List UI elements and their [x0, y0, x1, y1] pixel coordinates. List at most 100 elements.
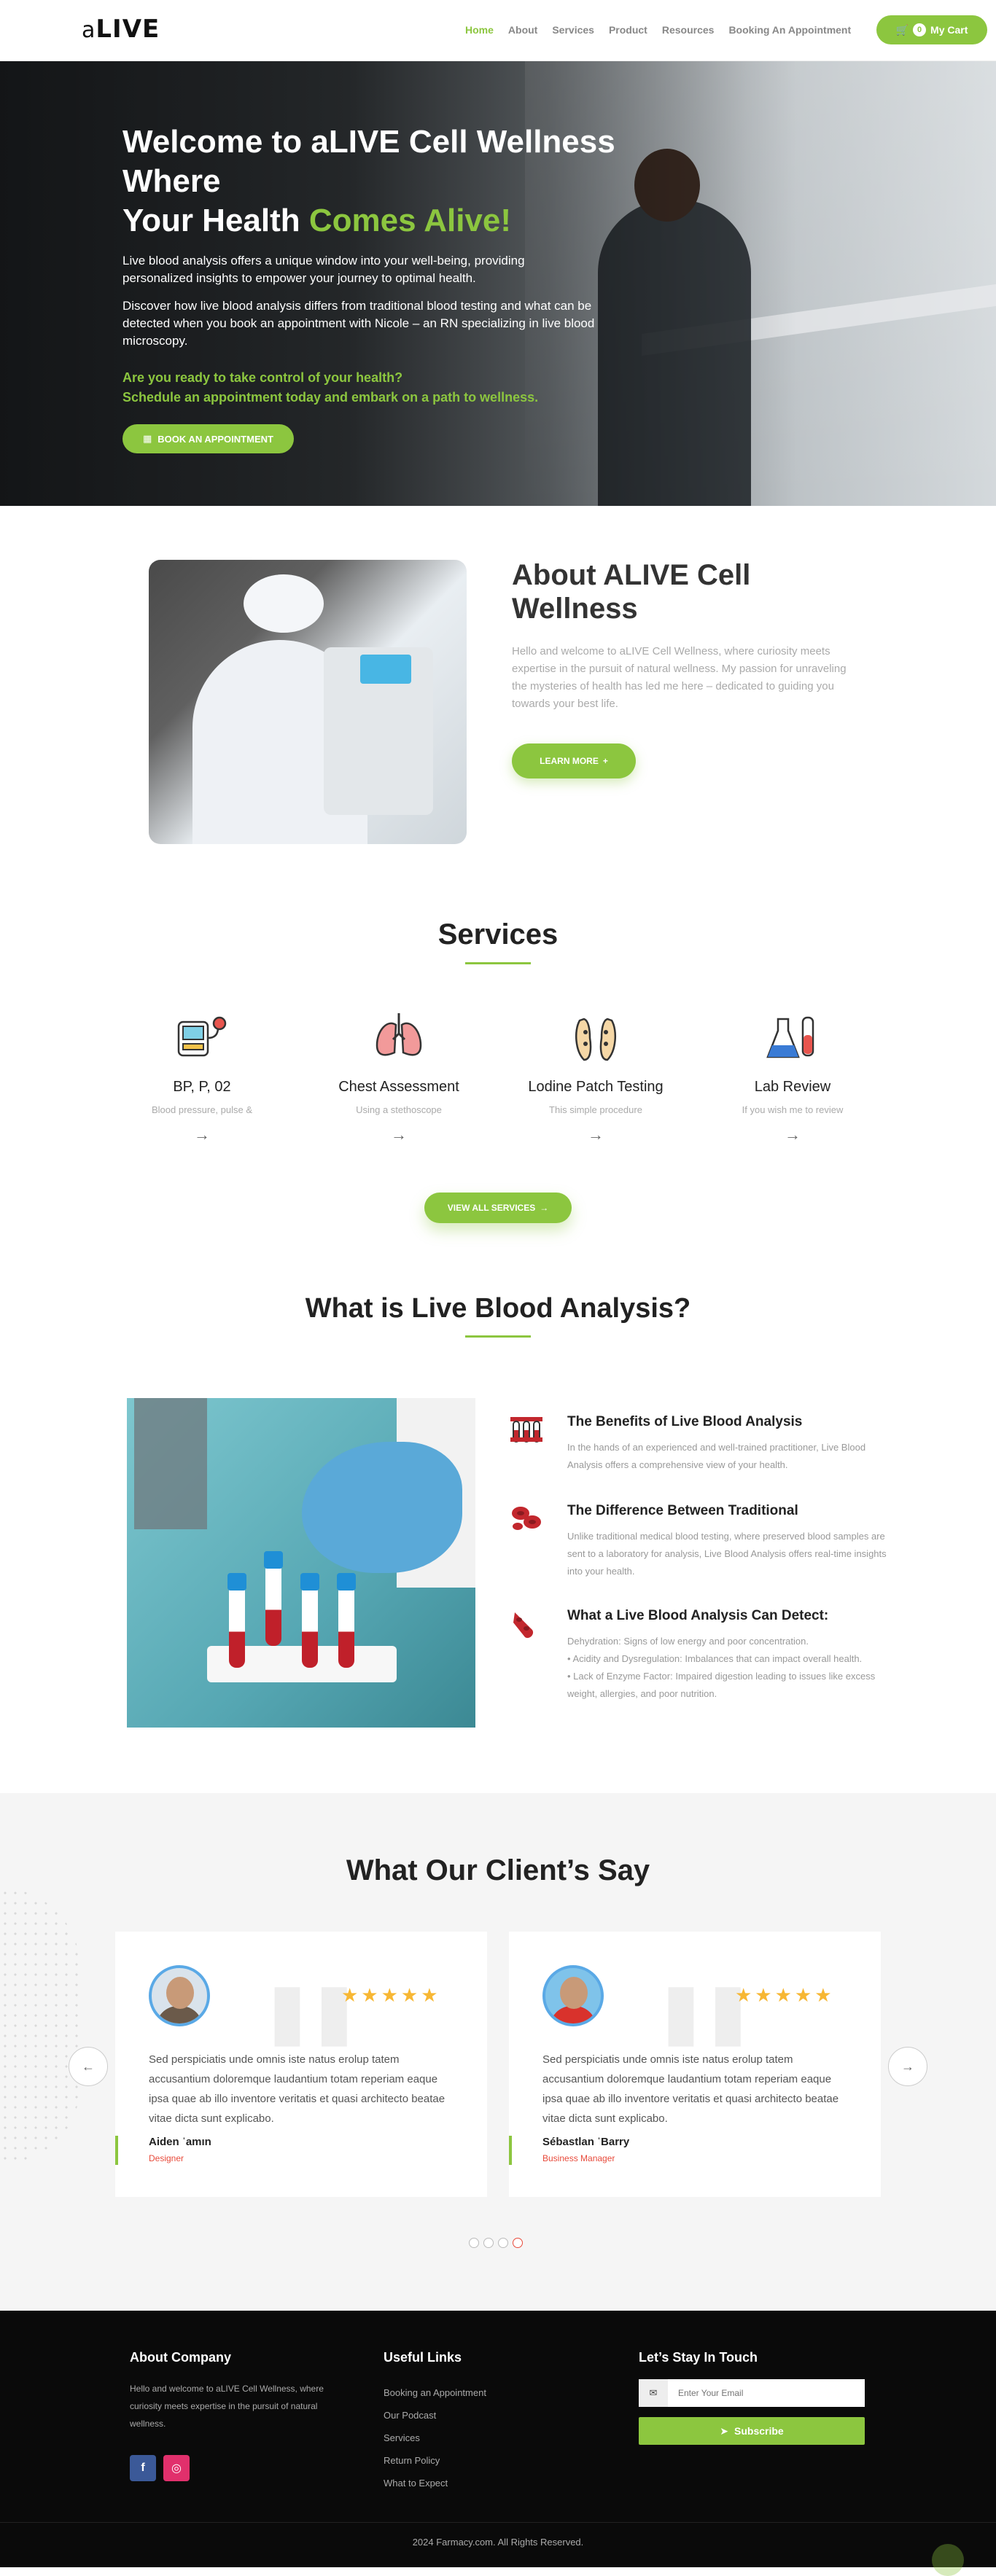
arrow-left-icon: ←	[82, 2058, 95, 2074]
analysis-item: The Difference Between Traditional Unlik…	[507, 1499, 887, 1579]
footer-about-title: About Company	[130, 2350, 231, 2365]
subscribe-button[interactable]: ➤ Subscribe	[639, 2417, 865, 2445]
hero-content: Welcome to aLIVE Cell Wellness Where You…	[122, 122, 647, 453]
arrow-right-icon[interactable]: →	[104, 1125, 300, 1144]
instagram-icon[interactable]: ◎	[163, 2455, 190, 2481]
calendar-icon: ▦	[143, 433, 152, 444]
image-tube	[265, 1566, 281, 1646]
footer-link[interactable]: What to Expect	[384, 2472, 486, 2494]
avatar-face	[560, 1977, 588, 2009]
about-image-microscope-part	[360, 655, 411, 684]
slider-pagination	[469, 2238, 523, 2248]
main-nav: Home About Services Product Resources Bo…	[465, 24, 865, 36]
arrow-right-icon[interactable]: →	[694, 1125, 891, 1144]
analysis-item-title: The Difference Between Traditional	[567, 1503, 798, 1518]
service-title: Lodine Patch Testing	[528, 1079, 664, 1095]
testimonial-card: " ★★★★★ Sed perspiciatis unde omnis iste…	[115, 1932, 487, 2197]
email-field[interactable]	[668, 2379, 865, 2407]
avatar-body	[550, 2006, 596, 2023]
pager-dot[interactable]	[469, 2238, 479, 2248]
accent-bar	[509, 2136, 512, 2165]
scroll-to-top-button[interactable]	[932, 2544, 964, 2576]
footer-link[interactable]: Services	[384, 2427, 486, 2449]
nav-services[interactable]: Services	[552, 24, 594, 36]
dots-decoration	[0, 1888, 80, 2165]
test-tubes-icon	[510, 1417, 542, 1443]
footer-links: Useful Links Booking an Appointment Our …	[384, 2350, 486, 2494]
site-header: aLIVE Home About Services Product Resour…	[0, 0, 996, 61]
footer-about-text: Hello and welcome to aLIVE Cell Wellness…	[130, 2384, 324, 2429]
analysis-item: What a Live Blood Analysis Can Detect: D…	[507, 1604, 887, 1713]
analysis-item-title: The Benefits of Live Blood Analysis	[567, 1414, 803, 1429]
learn-more-button[interactable]: LEARN MORE +	[512, 743, 636, 778]
image-microscope	[134, 1398, 207, 1529]
footer-link[interactable]: Booking an Appointment	[384, 2381, 486, 2404]
arrow-right-icon: →	[540, 1203, 549, 1213]
cart-icon: 🛒	[895, 23, 909, 36]
pager-dot-active[interactable]	[513, 2238, 523, 2248]
about-text: Hello and welcome to aLIVE Cell Wellness…	[512, 645, 847, 710]
facebook-icon[interactable]: f	[130, 2455, 156, 2481]
footer-link[interactable]: Return Policy	[384, 2449, 486, 2472]
logo[interactable]: aLIVE	[82, 15, 160, 44]
service-subtitle: If you wish me to review	[742, 1104, 844, 1115]
service-card[interactable]: BP, P, 02 Blood pressure, pulse & →	[104, 1009, 300, 1144]
hero-schedule-text: Schedule an appointment today and embark…	[122, 390, 539, 405]
image-tube-cap	[227, 1573, 246, 1591]
service-subtitle: Blood pressure, pulse &	[151, 1104, 253, 1115]
next-slide-button[interactable]: →	[888, 2047, 927, 2086]
avatar	[149, 1965, 210, 2026]
service-card[interactable]: Lab Review If you wish me to review →	[694, 1009, 891, 1144]
nav-home[interactable]: Home	[465, 24, 494, 36]
image-tube-cap	[264, 1551, 283, 1569]
testimonial-text: Sed perspiciatis unde omnis iste natus e…	[542, 2053, 839, 2125]
hero-paragraph-2: Discover how live blood analysis differs…	[122, 299, 595, 348]
testimonials-title: What Our Client’s Say	[346, 1854, 650, 1886]
service-title: Chest Assessment	[338, 1079, 459, 1095]
service-card[interactable]: Lodine Patch Testing This simple procedu…	[497, 1009, 694, 1144]
analysis-item: The Benefits of Live Blood Analysis In t…	[507, 1410, 887, 1475]
testimonial-role: Business Manager	[542, 2153, 615, 2163]
service-subtitle: Using a stethoscope	[356, 1104, 442, 1115]
services-underline	[465, 962, 531, 964]
testimonial-role: Designer	[149, 2153, 184, 2163]
cart-count-badge: 0	[913, 23, 927, 36]
analysis-item-text: In the hands of an experienced and well-…	[567, 1442, 866, 1470]
image-tube	[302, 1588, 318, 1668]
footer-newsletter: Let’s Stay In Touch	[639, 2350, 758, 2365]
testimonial-text: Sed perspiciatis unde omnis iste natus e…	[149, 2053, 446, 2125]
nav-product[interactable]: Product	[609, 24, 647, 36]
image-tube-cap	[337, 1573, 356, 1591]
service-title: Lab Review	[754, 1079, 831, 1095]
analysis-title: What is Live Blood Analysis?	[305, 1293, 691, 1324]
arrow-right-icon[interactable]: →	[497, 1125, 694, 1144]
book-appointment-button[interactable]: ▦ BOOK AN APPOINTMENT	[122, 424, 294, 453]
cart-button[interactable]: 🛒 0 My Cart	[876, 15, 987, 44]
testimonial-card: " ★★★★★ Sed perspiciatis unde omnis iste…	[509, 1932, 881, 2197]
arrow-right-icon[interactable]: →	[300, 1125, 497, 1144]
prev-slide-button[interactable]: ←	[69, 2047, 108, 2086]
nav-resources[interactable]: Resources	[662, 24, 715, 36]
testimonials-section: What Our Client’s Say " ★★★★★ Sed perspi…	[0, 1793, 996, 2311]
image-tube-cap	[300, 1573, 319, 1591]
service-title: BP, P, 02	[173, 1079, 231, 1095]
footer-newsletter-title: Let’s Stay In Touch	[639, 2350, 758, 2365]
send-icon: ➤	[720, 2424, 729, 2437]
nav-about[interactable]: About	[508, 24, 537, 36]
view-all-services-button[interactable]: VIEW ALL SERVICES →	[424, 1193, 572, 1223]
accent-bar	[115, 2136, 118, 2165]
site-footer: About Company Hello and welcome to aLIVE…	[0, 2311, 996, 2576]
about-image-cap	[244, 574, 324, 633]
service-card[interactable]: Chest Assessment Using a stethoscope →	[300, 1009, 497, 1144]
hero-ready-text: Are you ready to take control of your he…	[122, 370, 403, 385]
footer-link[interactable]: Our Podcast	[384, 2404, 486, 2427]
nav-booking[interactable]: Booking An Appointment	[728, 24, 851, 36]
testimonial-name: Sébastlan ˈBarry	[542, 2136, 630, 2148]
blood-tubes-image	[127, 1398, 475, 1728]
footer-links-title: Useful Links	[384, 2350, 462, 2365]
arrow-right-icon: →	[901, 2058, 914, 2074]
pager-dot[interactable]	[498, 2238, 508, 2248]
analysis-item-title: What a Live Blood Analysis Can Detect:	[567, 1608, 829, 1623]
analysis-underline	[465, 1335, 531, 1338]
pager-dot[interactable]	[483, 2238, 494, 2248]
